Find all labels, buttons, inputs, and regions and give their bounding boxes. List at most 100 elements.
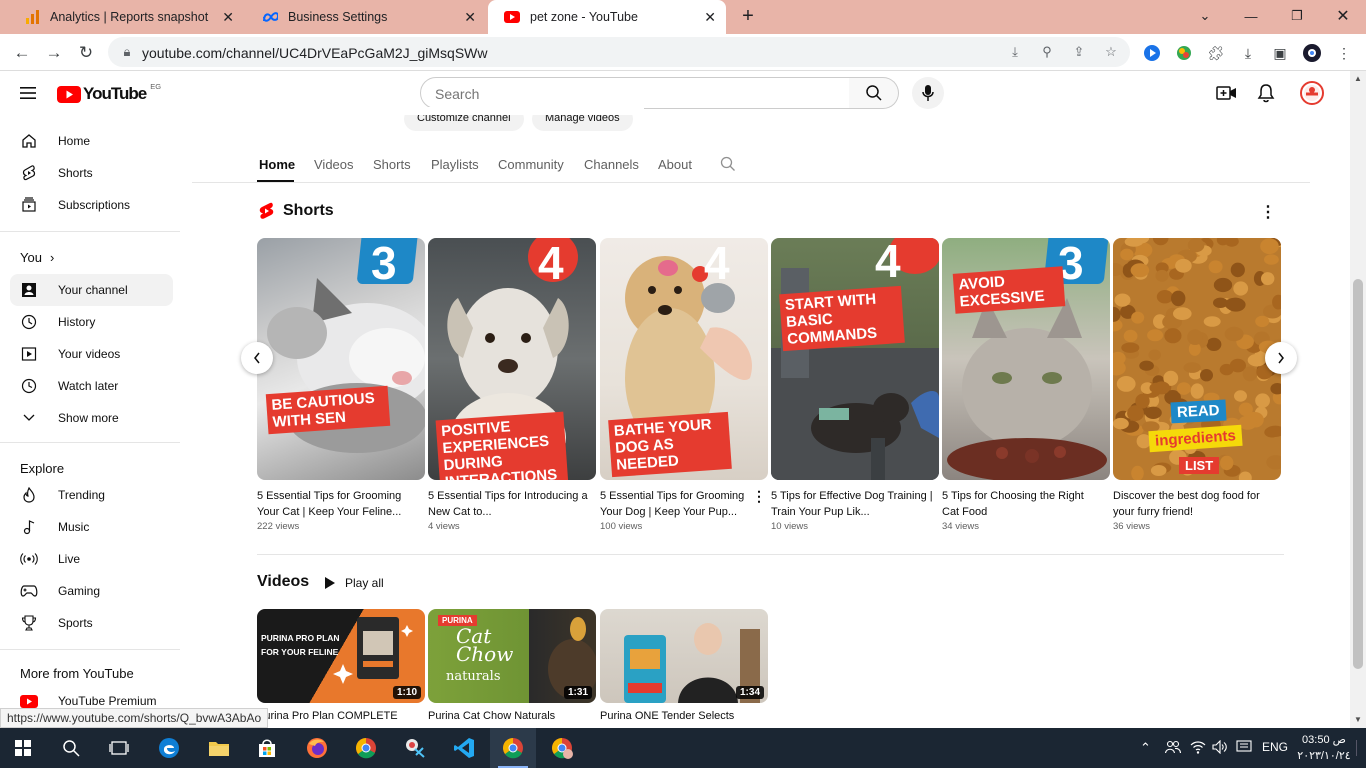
channel-search-icon[interactable]: [720, 156, 738, 174]
short-title[interactable]: 5 Essential Tips for Grooming Your Dog |…: [600, 488, 762, 520]
sidebar-item-live[interactable]: Live: [10, 543, 173, 575]
restore-button[interactable]: ❐: [1274, 0, 1320, 32]
sidebar-item-history[interactable]: History: [10, 306, 173, 338]
short-title[interactable]: 5 Tips for Effective Dog Training | Trai…: [771, 488, 933, 520]
hamburger-menu-icon[interactable]: [18, 83, 38, 103]
short-thumbnail[interactable]: READ ingredients LIST: [1113, 238, 1281, 480]
tab-videos[interactable]: Videos: [314, 157, 354, 172]
microsoft-store-icon[interactable]: [244, 728, 290, 768]
extension-globe-icon[interactable]: [1174, 43, 1194, 63]
tab-playlists[interactable]: Playlists: [431, 157, 479, 172]
carousel-next-button[interactable]: [1265, 342, 1297, 374]
search-taskbar-icon[interactable]: [48, 728, 94, 768]
video-thumbnail[interactable]: 1:34: [600, 609, 768, 703]
notifications-bell-icon[interactable]: [1256, 83, 1276, 103]
voice-search-button[interactable]: [912, 77, 944, 109]
video-thumbnail[interactable]: PURINA PRO PLAN FOR YOUR FELINE 1:10: [257, 609, 425, 703]
short-title[interactable]: 5 Essential Tips for Grooming Your Cat |…: [257, 488, 419, 520]
language-indicator[interactable]: ENG: [1262, 740, 1288, 754]
short-title[interactable]: 5 Essential Tips for Introducing a New C…: [428, 488, 590, 520]
minimize-button[interactable]: —: [1228, 0, 1274, 32]
forward-button[interactable]: →: [43, 42, 65, 64]
browser-tab-analytics[interactable]: Analytics | Reports snapshot ✕: [8, 0, 244, 34]
short-thumbnail[interactable]: 4 START WITH BASIC COMMANDS: [771, 238, 939, 480]
sidebar-item-trending[interactable]: Trending: [10, 479, 173, 511]
sidebar-item-music[interactable]: Music: [10, 511, 173, 543]
scroll-up-arrow-icon[interactable]: ▲: [1354, 74, 1362, 83]
task-view-icon[interactable]: [96, 728, 142, 768]
short-title[interactable]: 5 Tips for Choosing the Right Cat Food: [942, 488, 1104, 520]
scrollbar-thumb[interactable]: [1353, 279, 1363, 669]
zoom-icon[interactable]: ⚲: [1038, 43, 1056, 61]
sidebar-item-subscriptions[interactable]: Subscriptions: [10, 189, 173, 221]
short-more-options-icon[interactable]: ⋮: [752, 488, 766, 505]
short-thumbnail[interactable]: 4 POSITIVE EXPERIENCES DURING INTERACTIO…: [428, 238, 596, 480]
bookmark-star-icon[interactable]: ☆: [1102, 43, 1120, 61]
snipping-tool-icon[interactable]: [392, 728, 438, 768]
sidebar-item-sports[interactable]: Sports: [10, 607, 173, 639]
close-tab-icon[interactable]: ✕: [464, 9, 476, 26]
play-all-button[interactable]: Play all: [322, 573, 384, 593]
browser-tab-youtube[interactable]: pet zone - YouTube ✕: [488, 0, 726, 34]
tab-search-chevron-icon[interactable]: ⌄: [1182, 0, 1228, 32]
side-panel-icon[interactable]: ▣: [1270, 43, 1290, 63]
close-tab-icon[interactable]: ✕: [704, 9, 716, 26]
wifi-icon[interactable]: [1190, 740, 1206, 757]
video-title[interactable]: Purina Pro Plan COMPLETE: [257, 710, 398, 722]
sidebar-item-your-videos[interactable]: Your videos: [10, 338, 173, 370]
create-video-icon[interactable]: [1216, 84, 1238, 102]
youtube-logo[interactable]: YouTube EG: [57, 82, 161, 104]
new-tab-button[interactable]: +: [738, 6, 758, 26]
video-title[interactable]: Purina ONE Tender Selects: [600, 710, 734, 722]
ime-keyboard-icon[interactable]: [1236, 740, 1252, 757]
sidebar-you-header[interactable]: You ›: [10, 243, 173, 271]
sidebar-item-gaming[interactable]: Gaming: [10, 575, 173, 607]
extensions-puzzle-icon[interactable]: 🧩︎: [1206, 43, 1226, 63]
short-title[interactable]: Discover the best dog food for your furr…: [1113, 488, 1275, 520]
video-title[interactable]: Purina Cat Chow Naturals: [428, 710, 555, 722]
short-thumbnail[interactable]: 3 AVOID EXCESSIVE: [942, 238, 1110, 480]
tab-community[interactable]: Community: [498, 157, 564, 172]
profile-avatar[interactable]: [1302, 43, 1322, 63]
system-clock[interactable]: 03:50 ص ٢٠٢٣/١٠/٢٤: [1296, 732, 1352, 764]
volume-icon[interactable]: [1212, 739, 1228, 757]
carousel-previous-button[interactable]: [241, 342, 273, 374]
tab-shorts[interactable]: Shorts: [373, 157, 411, 172]
sidebar-item-shorts[interactable]: Shorts: [10, 157, 173, 189]
sidebar-item-home[interactable]: Home: [10, 125, 173, 157]
extension-play-icon[interactable]: [1142, 43, 1162, 63]
site-info-lock-icon[interactable]: 🔒︎: [118, 43, 136, 61]
show-desktop-button[interactable]: [1356, 740, 1364, 756]
browser-tab-business-settings[interactable]: Business Settings ✕: [246, 0, 486, 34]
search-box[interactable]: Search: [420, 77, 850, 109]
page-scrollbar[interactable]: ▲ ▼: [1350, 71, 1366, 728]
firefox-icon[interactable]: [294, 728, 340, 768]
sidebar-item-show-more[interactable]: Show more: [10, 402, 173, 434]
share-icon[interactable]: ⇪: [1070, 43, 1088, 61]
install-app-icon[interactable]: ⤓: [1006, 43, 1024, 61]
chrome-active-window-icon[interactable]: [490, 728, 536, 768]
show-hidden-icons-chevron-icon[interactable]: ⌃: [1140, 740, 1151, 756]
edge-browser-icon[interactable]: [146, 728, 192, 768]
tab-home[interactable]: Home: [259, 157, 295, 172]
downloads-icon[interactable]: ⤓: [1238, 43, 1258, 63]
address-bar[interactable]: 🔒︎ youtube.com/channel/UC4DrVEaPcGaM2J_g…: [108, 37, 1130, 67]
search-input[interactable]: Search: [435, 86, 479, 102]
start-button[interactable]: [0, 728, 46, 768]
chrome-icon[interactable]: [343, 728, 389, 768]
sidebar-item-watch-later[interactable]: Watch later: [10, 370, 173, 402]
video-thumbnail[interactable]: PURINA Cat Chow naturals 1:31: [428, 609, 596, 703]
search-button[interactable]: [849, 77, 899, 109]
close-tab-icon[interactable]: ✕: [222, 9, 234, 26]
file-explorer-icon[interactable]: [196, 728, 242, 768]
people-icon[interactable]: [1164, 740, 1182, 757]
short-thumbnail[interactable]: 3 BE CAUTIOUS WITH SEN: [257, 238, 425, 480]
scroll-down-arrow-icon[interactable]: ▼: [1354, 715, 1362, 724]
shorts-more-options-icon[interactable]: ⋮: [1260, 202, 1276, 221]
chrome-menu-icon[interactable]: ⋮: [1334, 43, 1354, 63]
short-thumbnail[interactable]: 4 BATHE YOUR DOG AS NEEDED: [600, 238, 768, 480]
vscode-icon[interactable]: [441, 728, 487, 768]
chrome-profile-icon[interactable]: [539, 728, 585, 768]
back-button[interactable]: ←: [11, 42, 33, 64]
tab-channels[interactable]: Channels: [584, 157, 639, 172]
